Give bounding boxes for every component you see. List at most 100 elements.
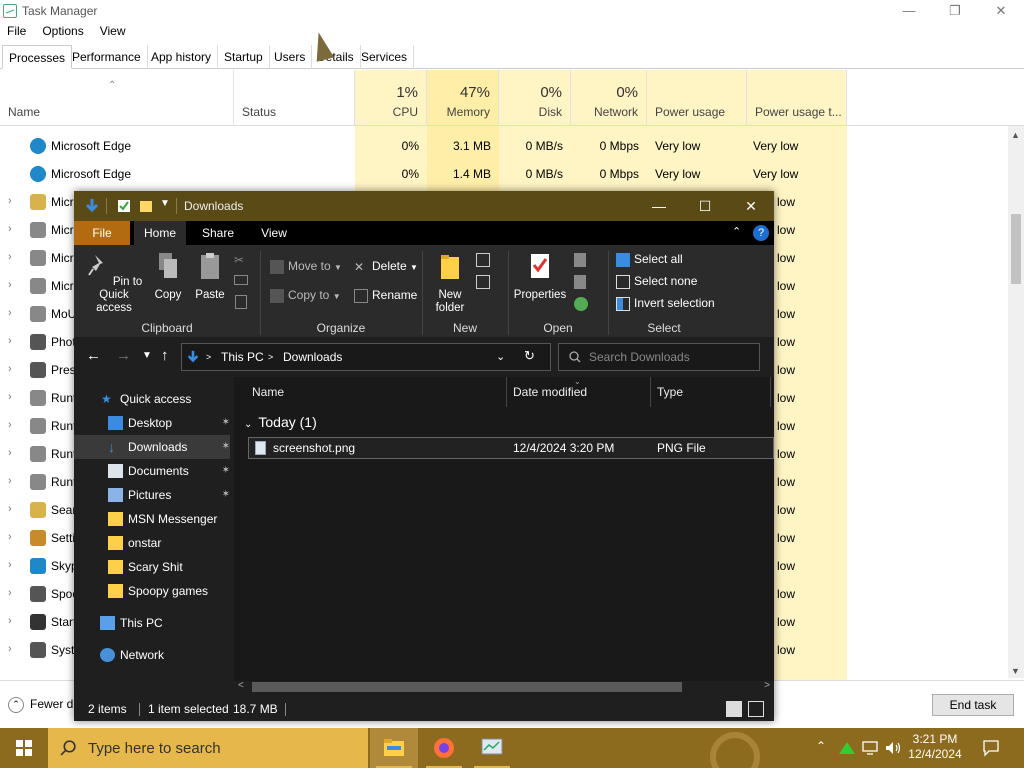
tab-home[interactable]: Home: [134, 221, 186, 245]
expand-chevron-icon[interactable]: ›: [8, 251, 12, 263]
expand-chevron-icon[interactable]: ›: [8, 363, 12, 375]
nav-item-downloads[interactable]: ↓ Downloads ✶: [74, 435, 230, 459]
new-folder-button[interactable]: New folder: [430, 251, 470, 315]
history-icon[interactable]: [574, 297, 588, 311]
easy-access-icon[interactable]: [476, 275, 490, 289]
nav-item-pictures[interactable]: Pictures ✶: [74, 483, 230, 507]
copy-to-button[interactable]: Copy to ▼: [270, 288, 341, 303]
expand-chevron-icon[interactable]: ›: [8, 223, 12, 235]
help-icon[interactable]: ?: [753, 225, 769, 241]
select-none-button[interactable]: Select none: [616, 274, 697, 289]
taskbar-search-box[interactable]: Type here to search: [48, 728, 368, 768]
address-dropdown-icon[interactable]: ⌄: [496, 350, 505, 363]
crumb-downloads[interactable]: Downloads: [283, 350, 342, 364]
pin-icon[interactable]: ✶: [222, 459, 230, 483]
properties-quick-icon[interactable]: [116, 198, 132, 214]
cut-icon[interactable]: ✂: [234, 253, 244, 267]
up-arrow-icon[interactable]: ↑: [161, 347, 169, 364]
expand-chevron-icon[interactable]: ›: [8, 503, 12, 515]
expand-chevron-icon[interactable]: ›: [8, 587, 12, 599]
copy-button[interactable]: Copy: [150, 251, 186, 302]
quick-access-dropdown-icon[interactable]: ▼: [160, 198, 170, 214]
tab-services[interactable]: Services: [355, 45, 415, 69]
expand-chevron-icon[interactable]: ›: [8, 279, 12, 291]
process-list-scrollbar[interactable]: ▲ ▼: [1008, 126, 1024, 678]
expand-chevron-icon[interactable]: ›: [8, 615, 12, 627]
close-button[interactable]: ✕: [978, 0, 1024, 22]
nav-item-quick-access[interactable]: ★ Quick access: [74, 387, 230, 411]
forward-arrow-icon[interactable]: →: [116, 347, 131, 364]
invert-selection-button[interactable]: Invert selection: [616, 296, 715, 311]
crumb-this-pc[interactable]: This PC: [221, 350, 264, 364]
collapse-ribbon-icon[interactable]: ⌃: [732, 225, 741, 238]
menu-options[interactable]: Options: [42, 24, 83, 38]
col-date-modified[interactable]: Date modified: [513, 385, 587, 399]
expand-chevron-icon[interactable]: ›: [8, 391, 12, 403]
pin-icon[interactable]: ✶: [222, 483, 230, 507]
search-input[interactable]: [589, 349, 754, 365]
pin-quick-access-button[interactable]: Pin to Quick access: [80, 251, 148, 315]
nav-item-spoopy-games[interactable]: Spoopy games: [74, 579, 230, 603]
scroll-up-icon[interactable]: ▲: [1011, 130, 1020, 140]
col-power-trend[interactable]: Power usage t...: [747, 70, 847, 126]
expand-chevron-icon[interactable]: ›: [8, 335, 12, 347]
nav-item-documents[interactable]: Documents ✶: [74, 459, 230, 483]
col-memory[interactable]: 47% Memory: [427, 70, 499, 126]
taskbar-file-explorer[interactable]: [370, 728, 418, 768]
minimize-button[interactable]: —: [886, 0, 932, 22]
new-item-icon[interactable]: [476, 253, 490, 267]
expand-chevron-icon[interactable]: ›: [8, 531, 12, 543]
fewer-details-button[interactable]: ⌃ Fewer d: [8, 697, 73, 713]
nav-item-scary-shit[interactable]: Scary Shit: [74, 555, 230, 579]
col-disk[interactable]: 0% Disk: [499, 70, 571, 126]
scrollbar-thumb[interactable]: [1011, 214, 1021, 284]
open-icon[interactable]: [574, 253, 586, 267]
col-cpu[interactable]: 1% CPU: [355, 70, 427, 126]
end-task-button[interactable]: End task: [932, 694, 1014, 716]
expand-chevron-icon[interactable]: ›: [8, 559, 12, 571]
notifications-icon[interactable]: [982, 739, 1000, 757]
explorer-maximize-button[interactable]: ☐: [682, 191, 728, 221]
scroll-left-icon[interactable]: <: [238, 680, 244, 691]
col-type[interactable]: Type: [657, 385, 683, 399]
details-view-icon[interactable]: [726, 701, 742, 717]
scroll-down-icon[interactable]: ▼: [1011, 666, 1020, 676]
explorer-minimize-button[interactable]: —: [636, 191, 682, 221]
taskbar-firefox[interactable]: [420, 728, 468, 768]
maximize-button[interactable]: ❐: [932, 0, 978, 22]
col-name[interactable]: ⌃ Name: [0, 70, 234, 126]
explorer-close-button[interactable]: ✕: [728, 191, 774, 221]
menu-file[interactable]: File: [7, 24, 26, 38]
expand-chevron-icon[interactable]: ›: [8, 307, 12, 319]
start-button[interactable]: [0, 728, 48, 768]
copy-path-icon[interactable]: [234, 275, 248, 285]
tab-share[interactable]: Share: [194, 221, 242, 245]
tab-view[interactable]: View: [250, 221, 298, 245]
group-header-today[interactable]: ⌄ Today (1): [244, 414, 317, 430]
horizontal-scrollbar[interactable]: < >: [234, 680, 774, 693]
nav-item-onstar[interactable]: onstar: [74, 531, 230, 555]
new-folder-quick-icon[interactable]: [138, 198, 154, 214]
expand-chevron-icon[interactable]: ›: [8, 475, 12, 487]
tab-users[interactable]: Users: [268, 45, 313, 69]
select-all-button[interactable]: Select all: [616, 252, 683, 267]
process-row[interactable]: Microsoft Edge 0% 3.1 MB 0 MB/s 0 Mbps Very l…: [0, 132, 1010, 160]
col-file-name[interactable]: Name: [252, 385, 284, 399]
network-icon[interactable]: [862, 740, 880, 756]
back-arrow-icon[interactable]: ←: [86, 347, 101, 364]
menu-view[interactable]: View: [100, 24, 126, 38]
recent-locations-icon[interactable]: ▼: [142, 350, 152, 361]
paste-shortcut-icon[interactable]: [235, 295, 247, 309]
search-field[interactable]: [558, 343, 760, 371]
tab-app-history[interactable]: App history: [145, 45, 219, 69]
delete-button[interactable]: ✕ Delete ▼: [354, 259, 418, 274]
tab-processes[interactable]: Processes: [2, 45, 73, 69]
move-to-button[interactable]: Move to ▼: [270, 259, 342, 274]
expand-chevron-icon[interactable]: ›: [8, 447, 12, 459]
nav-item-this-pc[interactable]: This PC: [74, 611, 230, 635]
taskbar-task-manager[interactable]: [468, 728, 516, 768]
col-status[interactable]: Status: [234, 70, 355, 126]
tab-file[interactable]: File: [74, 221, 130, 245]
edit-icon[interactable]: [574, 275, 586, 289]
tab-startup[interactable]: Startup: [218, 45, 270, 69]
